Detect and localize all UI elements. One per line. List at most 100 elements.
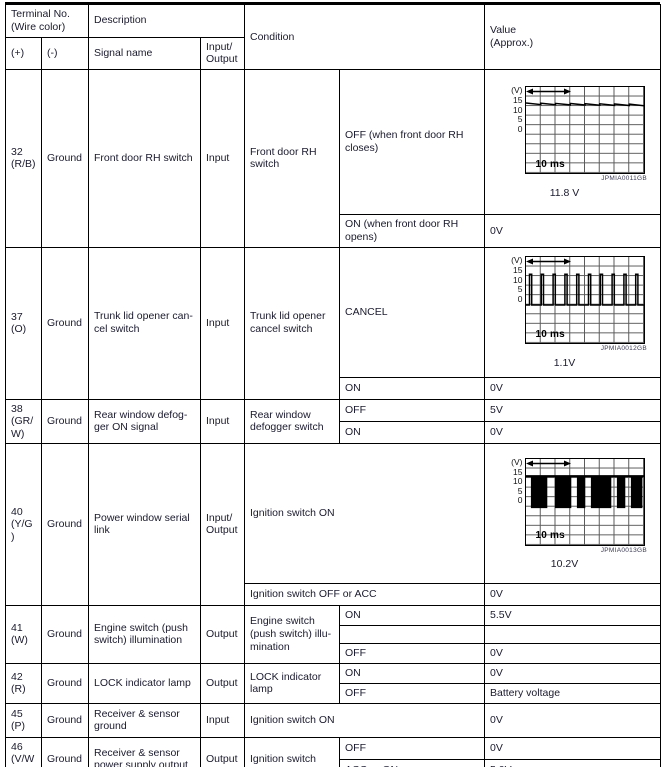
wire-color: (V/W) <box>11 753 35 767</box>
signal-name-cell: Power window serial link <box>88 442 201 606</box>
terminal-spec-table: Terminal No. (Wire color) Description Co… <box>5 3 661 767</box>
value-cell: Battery voltage <box>484 682 661 704</box>
header-input-output-line1: Input/ <box>206 40 233 53</box>
io-line1: Input/ <box>206 511 233 524</box>
header-input-output-line2: Output <box>206 53 238 66</box>
header-condition: Condition <box>244 3 485 71</box>
table-row: 41 (W) Ground Engine switch (push switch) i… <box>5 604 661 664</box>
wire-color: (R) <box>11 683 26 696</box>
scope-row: (V) 15 10 5 0 10 ms <box>490 86 655 175</box>
signal-name-cell: Receiver & sensor power supply output <box>88 736 201 767</box>
ground-cell: Ground <box>41 246 89 400</box>
value-cell: 0V <box>484 420 661 444</box>
terminal-number: 46 <box>11 740 23 753</box>
figure-id: JPMIA0011GB <box>601 175 647 183</box>
figure-id: JPMIA0013GB <box>600 546 647 554</box>
value-cell: 0V <box>484 736 661 760</box>
header-plus: (+) <box>5 36 42 71</box>
signal-name-cell: Trunk lid opener can-cel switch <box>88 246 201 400</box>
table-header: Terminal No. (Wire color) Description Co… <box>5 3 661 71</box>
value-cell: 0V <box>484 662 661 684</box>
time-scale-label: 10 ms <box>535 329 565 341</box>
header-terminal-no-line2: (Wire color) <box>11 20 66 33</box>
ground-cell: Ground <box>41 69 89 248</box>
header-terminal-no: Terminal No. (Wire color) <box>5 4 89 38</box>
header-signal-name: Signal name <box>88 36 201 71</box>
waveform-value-label: 1.1V <box>553 357 576 370</box>
wire-color: (O) <box>11 323 27 336</box>
condition-sub-cell: ON <box>339 376 485 400</box>
scope-row: (V) 15 10 5 0 10 ms <box>490 256 655 345</box>
table-row: 46(V/W) GroundReceiver & sensor power sup… <box>5 736 661 767</box>
terminal-number: 41 <box>11 622 23 635</box>
input-output-cell: Input <box>200 69 245 248</box>
condition-main-cell: LOCK indicator lamp <box>244 662 340 704</box>
ground-cell: Ground <box>41 442 89 606</box>
time-scale-arrow <box>525 460 571 467</box>
voltage-axis: (V) 15 10 5 0 <box>501 256 525 304</box>
table-body: 32 (R/B) Ground Front door RH switch Input Fr… <box>5 69 661 767</box>
table-row: 40 (Y/G) Ground Power window serial link Inp… <box>5 442 661 606</box>
ground-cell: Ground <box>41 398 89 444</box>
terminal-number-cell: 32 (R/B) <box>5 69 42 248</box>
terminal-number: 45 <box>11 708 23 721</box>
wire-color: (Y/G) <box>11 518 33 543</box>
spec-table-page: Terminal No. (Wire color) Description Co… <box>0 0 665 767</box>
terminal-number: 37 <box>11 310 23 323</box>
condition-sub-cell: ON (when front door RH opens) <box>339 214 485 248</box>
page-top-rule <box>5 2 660 4</box>
value-cell: 5.0V <box>484 758 661 767</box>
header-row-1: Terminal No. (Wire color) Description Co… <box>5 3 661 71</box>
signal-name-cell: Front door RH switch <box>88 69 201 248</box>
input-output-cell: Input <box>200 246 245 400</box>
condition-sub-cell: ON <box>339 662 485 684</box>
condition-sub-cell: ON <box>339 420 485 444</box>
terminal-number: 42 <box>11 671 23 684</box>
wire-color: (W) <box>11 634 28 647</box>
axis-tick-0: 0 <box>517 495 523 506</box>
header-value-line1: Value <box>490 24 517 37</box>
condition-main-cell: Engine switch (push switch) illu-minatio… <box>244 604 340 664</box>
time-scale-label: 10 ms <box>535 530 565 542</box>
terminal-number-cell: 42 (R) <box>5 662 42 704</box>
header-terminal-no-line1: Terminal No. <box>11 8 70 20</box>
value-cell: 0V <box>484 642 661 664</box>
signal-name-cell: LOCK indicator lamp <box>88 662 201 704</box>
axis-tick-0: 0 <box>517 293 523 304</box>
terminal-number: 40 <box>11 505 23 518</box>
terminal-number: 38 <box>11 402 23 415</box>
condition-sub-cell: OFF <box>339 642 485 664</box>
header-value-line2: (Approx.) <box>490 37 534 50</box>
condition-sub-cell: OFF <box>339 736 485 760</box>
ground-cell: Ground <box>41 662 89 704</box>
table-row: 37 (O) Ground Trunk lid opener can-cel swit… <box>5 246 661 400</box>
condition-sub-cell: OFF (when front door RH closes) <box>339 69 485 216</box>
waveform-figure-w3: (V) 15 10 5 0 10 ms JPMIA0013GB 10.2V <box>490 454 655 574</box>
value-cell: (V) 15 10 5 0 10 ms JPMIA0012GB 1.1V <box>484 246 661 378</box>
header-value: Value (Approx.) <box>484 3 661 71</box>
value-cell: 0V <box>484 702 661 738</box>
oscilloscope-grid: 10 ms <box>524 86 645 175</box>
time-scale-arrow <box>525 258 571 265</box>
table-row: 38 (GR/W) Ground Rear window defog-ger ON s… <box>5 398 661 444</box>
condition-sub-cell: Ignition switch OFF or ACC <box>244 582 485 606</box>
condition-main-cell: Trunk lid opener cancel switch <box>244 246 340 400</box>
ground-cell: Ground <box>41 604 89 664</box>
value-cell: 5.5V <box>484 604 661 626</box>
io-line2: Output <box>206 524 238 537</box>
condition-main-cell: Ignition switch <box>244 736 340 767</box>
table-row: 42 (R) Ground LOCK indicator lamp Output LOCK… <box>5 662 661 704</box>
time-scale-label: 10 ms <box>535 159 565 171</box>
terminal-number-cell: 41 (W) <box>5 604 42 664</box>
waveform-value-label: 10.2V <box>550 558 579 571</box>
condition-main-cell: Rear window defogger switch <box>244 398 340 444</box>
wire-color: (R/B) <box>11 158 36 171</box>
waveform-value-label: 11.8 V <box>549 187 580 200</box>
ground-cell: Ground <box>41 736 89 767</box>
condition-sub-cell: ON <box>339 604 485 626</box>
signal-name-cell: Receiver & sensor ground <box>88 702 201 738</box>
wire-color: (GR/W) <box>11 415 34 440</box>
table-row: 45 (P) Ground Receiver & sensor ground Input… <box>5 702 661 738</box>
condition-main-cell: Ignition switch ON <box>244 702 485 738</box>
voltage-axis: (V) 15 10 5 0 <box>501 86 525 134</box>
